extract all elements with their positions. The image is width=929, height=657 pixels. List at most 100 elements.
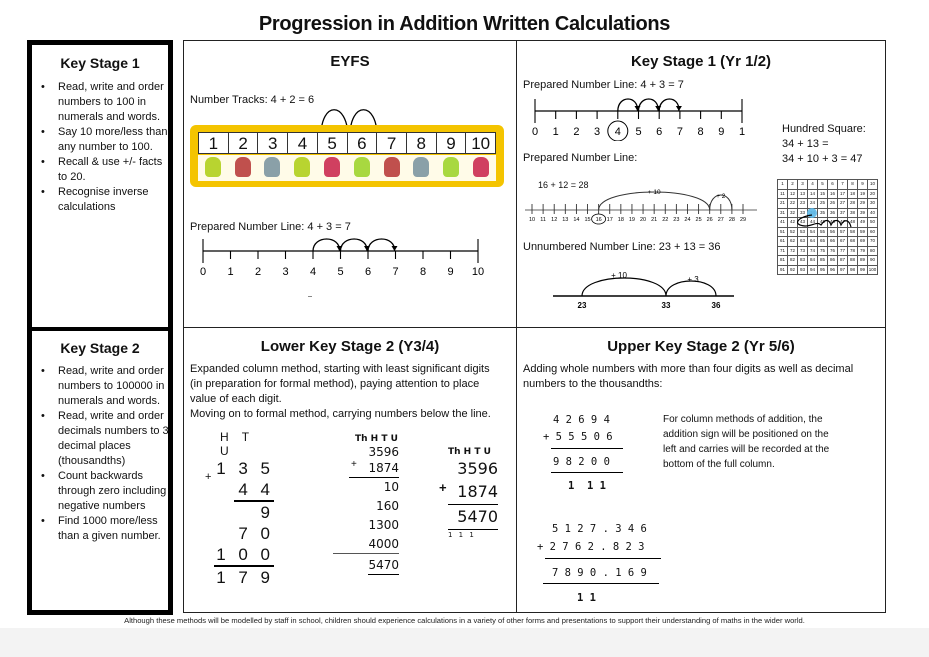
jump-label: + 3 [687,275,699,284]
tick-label: 1 [553,126,559,138]
thhtu-partial: 4000 [333,535,399,554]
tick-label: 22 [662,217,668,223]
plus-sign: + [543,431,550,443]
tick-label: 4 [310,266,316,278]
description-line: numbers to the thousandths: [523,378,663,390]
tick-label: 24 [684,217,690,223]
tick-label: 16 [596,217,602,223]
note-line: bottom of the full column. [663,459,775,470]
ks2-bullet: Read, write and order decimals numbers t… [40,409,170,469]
tick-label: 8 [420,266,426,278]
monster-picture [198,155,228,181]
whole-total: 9 8 2 0 0 [553,456,610,468]
thhtu-total: 5470 [368,556,399,575]
ks1-number-line: 0 1 2 3 4 5 6 7 8 9 1 [532,98,745,141]
key-stage-column: Key Stage 1 Read, write and order number… [27,40,173,615]
formal-calculation: Th H T U 3596 1874 5470 1 1 1 [448,446,498,540]
track-cell: 9 [437,133,467,153]
htu-addend-a: 1 3 5 [216,459,274,478]
tick-label: 5 [635,126,641,138]
description-line: value of each digit. [190,393,282,405]
ks1-heading: Key Stage 1 [60,55,140,71]
ks1-bullets: Read, write and order numbers to 100 in … [40,80,170,215]
monster-picture [347,155,377,181]
tick-label: 9 [718,126,724,138]
eyfs-panel: EYFS Number Tracks: 4 + 2 = 6 1234567891… [183,40,517,328]
monster-icon [324,157,341,177]
footer-note: Although these methods will be modelled … [124,616,805,625]
ks2-bullet: Count backwards through zero including n… [40,469,170,514]
track-cell: 10 [471,134,491,153]
whole-addend-b: 5 5 5 0 6 [555,431,613,443]
tick-label: 25 [696,217,702,223]
lower-ks2-panel: Lower Key Stage 2 (Y3/4) Expanded column… [183,327,517,613]
tick-label: 4 [615,126,621,138]
hundred-square-label: Hundred Square: [782,123,866,135]
tick-label: 15 [584,217,590,223]
tick-label: 10 [529,217,535,223]
point-label: 36 [712,301,721,310]
tick-label: 14 [573,217,579,223]
ks2-bullet: Find 1000 more/less than a given number. [40,514,170,544]
htu-addend-b: 4 4 [234,479,274,502]
plus-sign: + [439,480,447,495]
tick-label: 13 [562,217,568,223]
note-line: For column methods of addition, the [663,414,823,425]
jump-label: + 10 [648,189,661,196]
ks1-yr12-panel: Key Stage 1 (Yr 1/2) Prepared Number Lin… [516,40,886,328]
tick-label: 7 [677,126,683,138]
number-track: 1 2 3 4 5 6 7 8 9 10 [190,125,504,187]
tick-label: 23 [673,217,679,223]
tick-label: 6 [656,126,662,138]
htu-partial: 9 [260,503,274,522]
decimal-addend-b: 2 7 6 2 . 8 2 3 [549,541,645,553]
whole-addend-b-row: + 5 5 5 0 6 [543,429,623,446]
description-line: (in preparation for formal method), payi… [190,378,480,390]
number-track-cells: 1 2 3 4 5 6 7 8 9 10 [198,132,496,154]
plus-sign: + [351,459,357,470]
stray-mark [308,296,312,297]
formal-addend-a: 3596 [457,459,498,478]
monster-icon [413,157,430,177]
ks1-yr12-heading: Key Stage 1 (Yr 1/2) [630,53,772,70]
ks1-bullet: Recall & use +/- facts to 20. [40,155,170,185]
monster-icon [473,157,490,177]
thhtu-partial: 1300 [368,518,399,532]
monster-icon [294,157,311,177]
jump-arrowhead [675,106,682,111]
ks1-bullet: Read, write and order numbers to 100 in … [40,80,170,125]
note-line: left and carries will be recorded at the [663,444,830,455]
upper-ks2-panel: Upper Key Stage 2 (Yr 5/6) Adding whole … [516,327,886,613]
monster-picture [228,155,258,181]
note-line: addition sign will be positioned on the [663,429,829,440]
description-line: Adding whole numbers with more than four… [523,363,854,375]
tick-label: 10 [472,266,484,278]
thhtu-header: Th H T U [355,434,398,444]
tick-label: 2 [573,126,579,138]
track-cell: 2 [229,133,259,153]
formal-total: 5470 [448,505,498,530]
thhtu-partial: 10 [383,480,399,494]
lower-ks2-description: Expanded column method, starting with le… [190,362,515,422]
jump-label: + 10 [611,271,627,280]
jump-arc [581,277,667,297]
tick-label: 6 [365,266,371,278]
formal-header: Th H T U [448,447,491,457]
unnumbered-line-label: Unnumbered Number Line: 23 + 13 = 36 [523,241,721,253]
jump-arc [367,238,396,252]
point-label: 33 [662,301,671,310]
ks1-bullet: Say 10 more/less than any number to 100. [40,125,170,155]
jump-arc [339,238,368,252]
tick-label: 19 [629,217,635,223]
upper-ks2-heading: Upper Key Stage 2 (Yr 5/6) [607,338,795,355]
hundred-square-eq1: 34 + 13 = [782,138,829,150]
tick-label: 12 [551,217,557,223]
ks2-heading: Key Stage 2 [60,340,140,356]
point-label: 23 [578,301,587,310]
sum-line [543,583,659,584]
ks2-bullet: Read, write and order numbers to 100000 … [40,364,170,409]
jump-arc [658,98,680,112]
monster-icon [204,157,221,177]
whole-number-calculation: 4 2 6 9 4 + 5 5 5 0 6 9 8 2 0 0 1 1 1 [543,412,623,496]
htu-partial: 1 0 0 [214,544,274,567]
